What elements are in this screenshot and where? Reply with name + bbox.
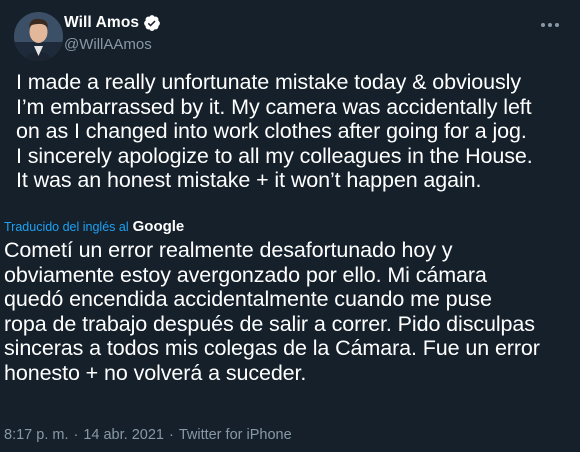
google-logo: Google [132, 218, 185, 235]
tweet-card: Will Amos @WillAAmos I made a really unf… [0, 0, 580, 452]
avatar[interactable] [14, 12, 63, 61]
translation-text: Cometí un error realmente desafortunado … [4, 238, 540, 385]
meta-separator: · [168, 427, 174, 443]
author-handle[interactable]: @WillAAmos [64, 36, 161, 53]
translated-by-label: Traducido del inglés al [4, 219, 129, 234]
verified-badge-icon [143, 14, 161, 32]
tweet-text: I made a really unfortunate mistake toda… [16, 70, 533, 193]
translated-by-link[interactable]: Traducido del inglés al Google [4, 218, 184, 235]
tweet-meta: 8:17 p. m. · 14 abr. 2021 · Twitter for … [4, 427, 292, 443]
tweet-header: Will Amos @WillAAmos [10, 6, 570, 61]
more-dot [548, 23, 552, 27]
more-dot [555, 23, 559, 27]
display-name[interactable]: Will Amos [64, 14, 139, 32]
more-dot [541, 23, 545, 27]
avatar-image [14, 12, 63, 61]
display-name-row: Will Amos [64, 12, 161, 34]
tweet-date[interactable]: 14 abr. 2021 [83, 427, 164, 443]
more-options-icon[interactable] [536, 14, 564, 36]
tweet-source[interactable]: Twitter for iPhone [179, 427, 292, 443]
author-names: Will Amos @WillAAmos [64, 12, 161, 53]
meta-separator: · [73, 427, 79, 443]
tweet-time[interactable]: 8:17 p. m. [4, 427, 68, 443]
